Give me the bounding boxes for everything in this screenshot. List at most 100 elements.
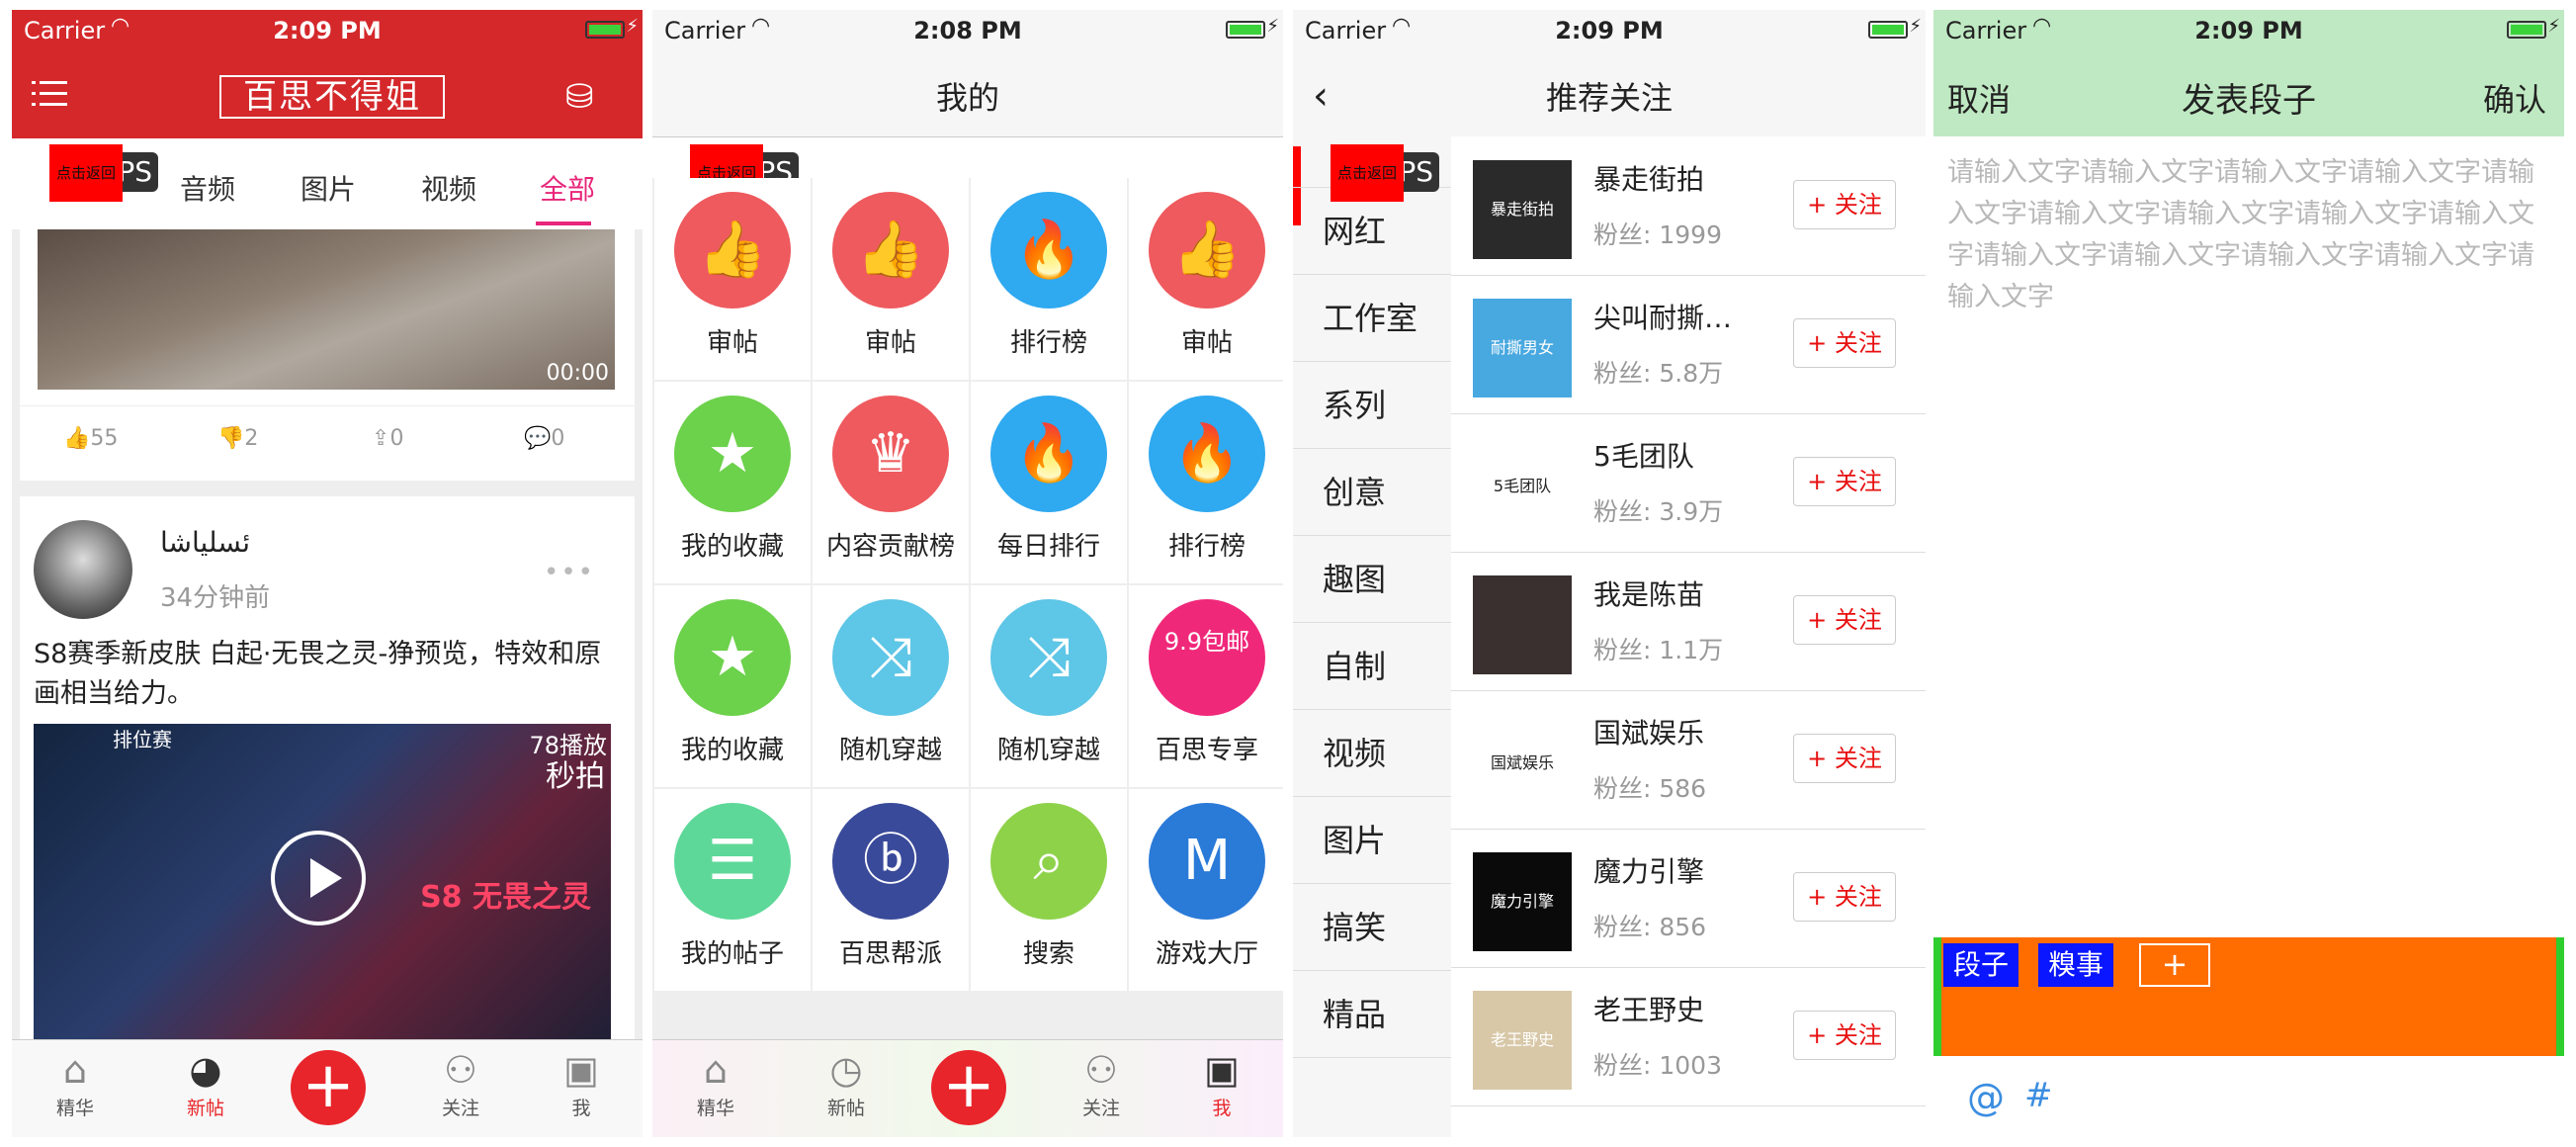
tag-jokes[interactable]: 段子	[1943, 943, 2019, 987]
tab-label: 精华	[55, 1098, 94, 1119]
follow-button[interactable]: + 关注	[1793, 180, 1896, 229]
tab-video[interactable]: 视频	[421, 168, 476, 208]
category-item[interactable]: 图片	[1293, 797, 1451, 884]
share-button[interactable]: ⇪0	[372, 426, 403, 451]
user-name: 尖叫耐撕…	[1593, 302, 1733, 334]
tab-me[interactable]: ▣ 我	[1172, 1040, 1271, 1137]
me-grid-item[interactable]: ⤨ 随机穿越	[813, 585, 969, 787]
status-time: 2:09 PM	[1555, 17, 1664, 44]
category-item[interactable]: 趣图	[1293, 536, 1451, 623]
tab-all[interactable]: 全部	[540, 168, 595, 208]
dislike-button[interactable]: 👎2	[217, 426, 258, 451]
tag-funny-stories[interactable]: 糗事	[2038, 943, 2114, 987]
grid-item-label: 排行榜	[1009, 328, 1087, 358]
me-grid-item[interactable]: ☰ 我的帖子	[654, 789, 811, 991]
me-grid-item[interactable]: 🔥 排行榜	[971, 178, 1127, 380]
comment-icon: 💬	[524, 426, 552, 451]
more-icon[interactable]: •••	[544, 558, 595, 587]
feed-list[interactable]: 00:00 👍55 👎2 ⇪0 💬0 ئسلياشا 34分钟前 ••• S8赛…	[12, 229, 643, 1040]
tab-audio[interactable]: 音频	[180, 168, 235, 208]
grid-item-label: 审帖	[706, 328, 758, 358]
publish-button[interactable]: +	[931, 1050, 1006, 1125]
me-grid-item[interactable]: ★ 我的收藏	[654, 382, 811, 583]
follow-button[interactable]: + 关注	[1793, 734, 1896, 783]
grid-item-label: 我的帖子	[680, 939, 784, 969]
back-hint-button[interactable]: 点击返回	[1331, 144, 1404, 202]
me-grid-item[interactable]: ⓑ 百思帮派	[813, 789, 969, 991]
avatar[interactable]	[34, 520, 132, 619]
me-grid-item[interactable]: 👍 审帖	[813, 178, 969, 380]
grid-item-label: 随机穿越	[838, 736, 942, 765]
video-thumbnail[interactable]: 排位赛 78播放 秒拍 S8 无畏之灵	[34, 724, 611, 1040]
at-icon[interactable]: @	[1967, 1076, 2005, 1119]
like-count: 55	[90, 426, 119, 451]
category-item[interactable]: 视频	[1293, 710, 1451, 797]
user-row[interactable]: 5毛团队 5毛团队 粉丝: 3.9万 + 关注	[1451, 413, 1926, 553]
category-item[interactable]: 系列	[1293, 362, 1451, 449]
post-username[interactable]: ئسلياشا	[160, 526, 250, 559]
tab-essence[interactable]: ⌂ 精华	[26, 1040, 125, 1137]
tab-new-posts[interactable]: ◕ 新帖	[156, 1040, 255, 1137]
me-grid-item[interactable]: 👍 审帖	[1129, 178, 1283, 380]
grid-item-label: 审帖	[864, 328, 916, 358]
back-hint-button[interactable]: 点击返回	[49, 144, 123, 202]
user-row[interactable]: 暴走街拍 暴走街拍 粉丝: 1999 + 关注	[1451, 136, 1926, 276]
me-grid-item[interactable]: ⌕ 搜索	[971, 789, 1127, 991]
tab-new-posts[interactable]: ◷ 新帖	[797, 1040, 896, 1137]
user-fans: 粉丝: 1.1万	[1593, 636, 1724, 664]
grid-item-icon: 👍	[1149, 192, 1265, 309]
user-name: 我是陈苗	[1593, 578, 1705, 611]
follow-button[interactable]: + 关注	[1793, 457, 1896, 506]
user-row[interactable]: 老王野史 老王野史 粉丝: 1003 + 关注	[1451, 967, 1926, 1106]
tab-essence[interactable]: ⌂ 精华	[666, 1040, 765, 1137]
grid-item-icon: 🔥	[990, 396, 1107, 512]
menu-icon[interactable]	[32, 81, 67, 107]
tab-pictures[interactable]: 图片	[301, 168, 356, 208]
post-text-input[interactable]: 请输入文字请输入文字请输入文字请输入文字请输入文字请输入文字请输入文字请输入文字…	[1947, 152, 2550, 548]
category-item[interactable]: 创意	[1293, 449, 1451, 536]
category-item[interactable]: 工作室	[1293, 275, 1451, 362]
tab-me[interactable]: ▣ 我	[532, 1040, 631, 1137]
me-grid-item[interactable]: ★ 我的收藏	[654, 585, 811, 787]
add-tag-button[interactable]: +	[2139, 943, 2210, 987]
video-thumbnail[interactable]: 00:00	[38, 229, 615, 390]
users-icon: ⚇	[1083, 1048, 1119, 1092]
comment-button[interactable]: 💬0	[524, 426, 564, 451]
me-screen: Carrier ◠ 2:08 PM ⚡ 我的 PS 点击返回 👍 审帖 👍 审帖 🔥 排行…	[652, 10, 1283, 1137]
recommend-screen: Carrier ◠ 2:09 PM ⚡ ‹ 推荐关注 网红 工作室 系列 创意 趣图 自制…	[1293, 10, 1926, 1137]
play-icon[interactable]	[271, 831, 366, 926]
category-item[interactable]: 搞笑	[1293, 884, 1451, 971]
follow-button[interactable]: + 关注	[1793, 595, 1896, 645]
user-avatar	[1473, 575, 1572, 674]
me-grid-item[interactable]: 🔥 每日排行	[971, 382, 1127, 583]
grid-item-label: 排行榜	[1167, 532, 1245, 562]
user-row[interactable]: 我是陈苗粉丝: 1.1万 + 关注	[1451, 552, 1926, 691]
me-grid-item[interactable]: ♛ 内容贡献榜	[813, 382, 969, 583]
me-grid-item[interactable]: M 游戏大厅	[1129, 789, 1283, 991]
me-grid-item[interactable]: 9.9包邮 百思专享	[1129, 585, 1283, 787]
category-list[interactable]: 网红 工作室 系列 创意 趣图 自制 视频 图片 搞笑 精品	[1293, 136, 1451, 1137]
tab-follow[interactable]: ⚇ 关注	[1052, 1040, 1151, 1137]
follow-button[interactable]: + 关注	[1793, 318, 1896, 368]
user-row[interactable]: 国斌娱乐 国斌娱乐 粉丝: 586 + 关注	[1451, 690, 1926, 830]
coins-icon[interactable]: ⛁	[565, 77, 609, 117]
like-button[interactable]: 👍55	[63, 426, 118, 451]
category-item[interactable]: 精品	[1293, 971, 1451, 1058]
follow-button[interactable]: + 关注	[1793, 872, 1896, 922]
tab-follow[interactable]: ⚇ 关注	[411, 1040, 510, 1137]
user-row[interactable]: 耐撕男女 尖叫耐撕… 粉丝: 5.8万 + 关注	[1451, 275, 1926, 414]
publish-button[interactable]: +	[291, 1050, 366, 1125]
post-text: S8赛季新皮肤 白起·无畏之灵-狰预览，特效和原画相当给力。	[34, 639, 602, 709]
hashtag-icon[interactable]: #	[2024, 1076, 2053, 1115]
clock-icon: ◷	[829, 1048, 863, 1092]
user-row[interactable]: 魔力引擎 魔力引擎 粉丝: 856 + 关注	[1451, 829, 1926, 968]
confirm-button[interactable]: 确认	[2483, 75, 2546, 121]
me-grid-item[interactable]: 👍 审帖	[654, 178, 811, 380]
me-grid-item[interactable]: 🔥 排行榜	[1129, 382, 1283, 583]
grid-item-label: 百思帮派	[838, 939, 942, 969]
me-grid-item[interactable]: ⤨ 随机穿越	[971, 585, 1127, 787]
app-logo: 百思不得姐	[219, 75, 445, 119]
follow-button[interactable]: + 关注	[1793, 1011, 1896, 1060]
category-item[interactable]: 自制	[1293, 623, 1451, 710]
user-list[interactable]: 暴走街拍 暴走街拍 粉丝: 1999 + 关注 耐撕男女 尖叫耐撕… 粉丝: 5.8万 + 关…	[1451, 136, 1926, 1137]
